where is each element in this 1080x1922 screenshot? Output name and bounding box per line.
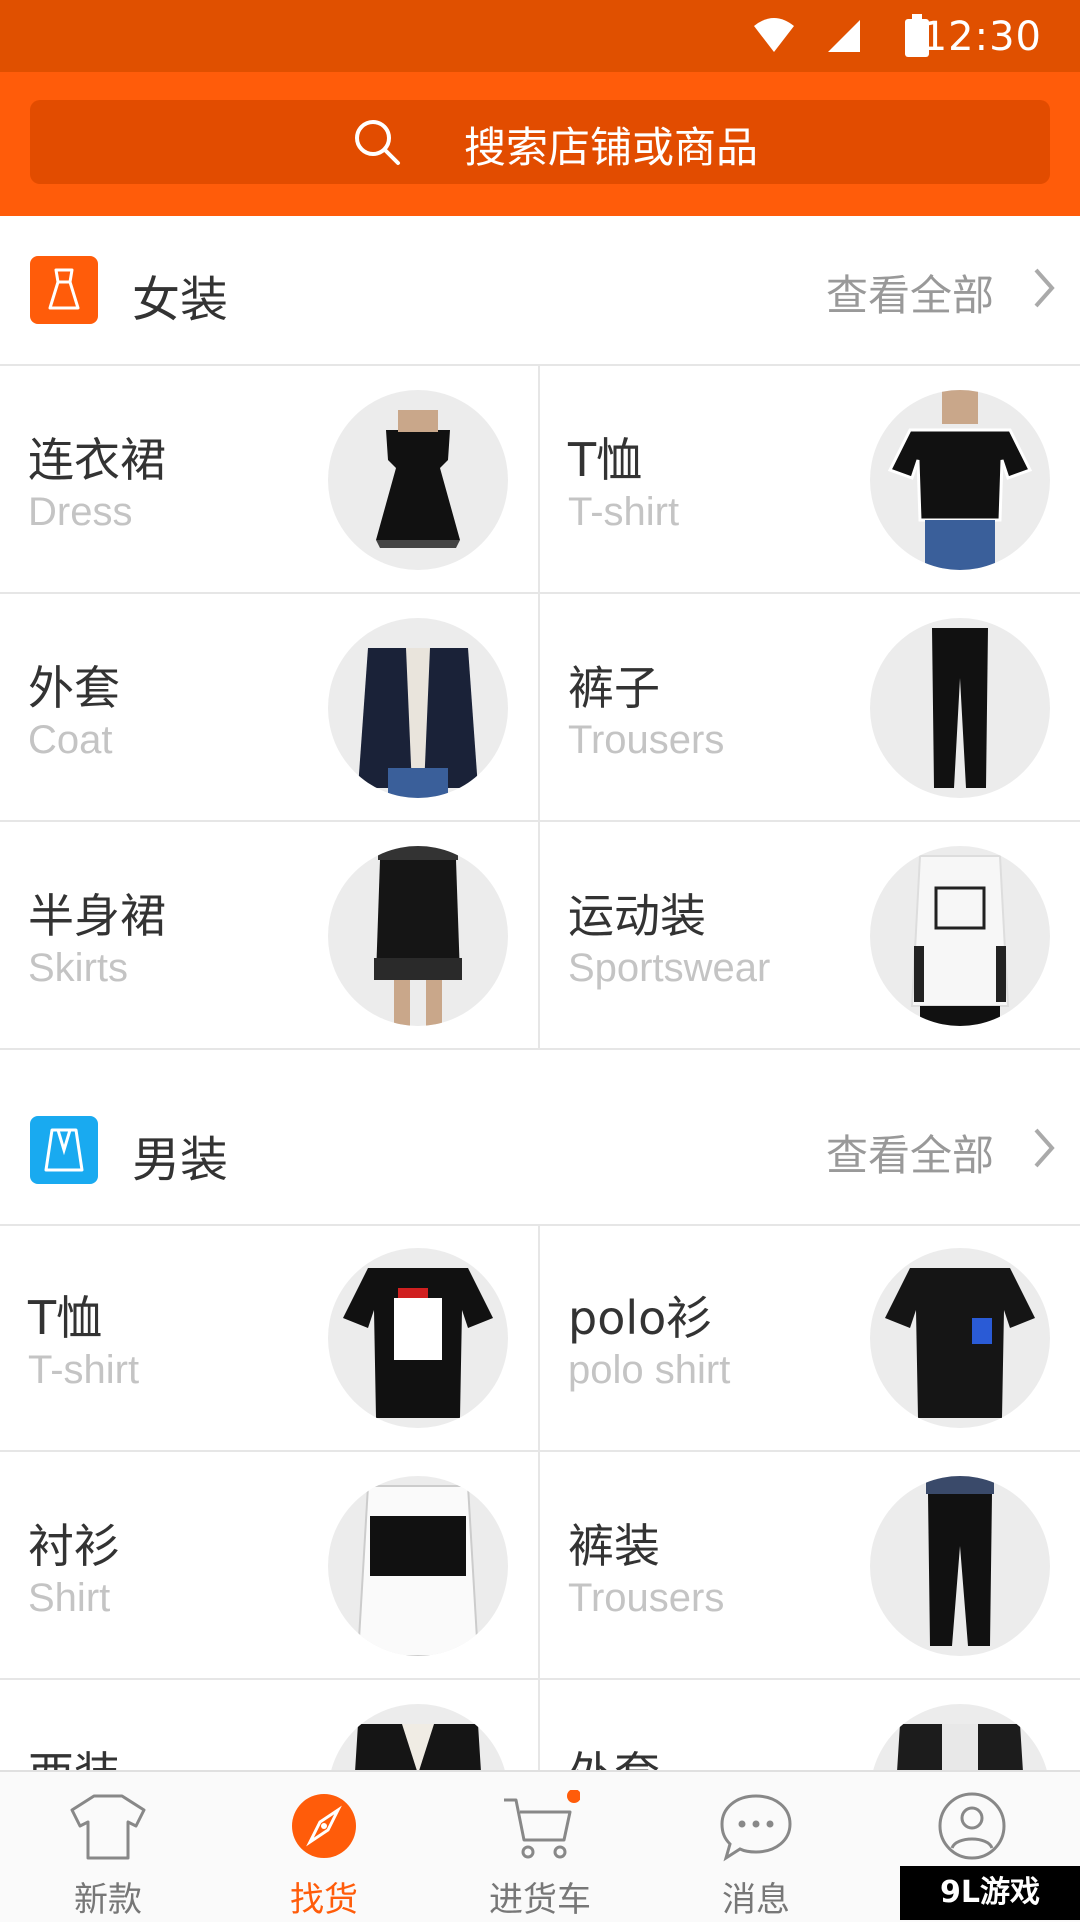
category-sublabel: Sportswear	[568, 946, 771, 990]
compass-icon	[292, 1794, 356, 1858]
category-label: 运动装	[568, 889, 706, 943]
category-thumbnail	[328, 1248, 508, 1428]
category-thumbnail	[870, 1476, 1050, 1656]
category-label: T恤	[28, 1291, 103, 1345]
header: 搜索店铺或商品	[0, 72, 1080, 216]
status-time: 12:30	[921, 14, 1042, 60]
category-item-coat[interactable]: 外套 Coat	[0, 594, 540, 822]
category-sublabel: Trousers	[568, 1576, 725, 1620]
dress-icon	[30, 256, 98, 324]
category-label: 衬衫	[28, 1519, 120, 1573]
chevron-right-icon[interactable]	[1030, 1126, 1058, 1170]
chevron-right-icon[interactable]	[1030, 266, 1058, 310]
tab-find-goods[interactable]: 找货	[216, 1772, 432, 1922]
section-title: 女装	[132, 272, 229, 328]
search-placeholder: 搜索店铺或商品	[464, 123, 759, 172]
category-item-trousers[interactable]: 裤子 Trousers	[540, 594, 1080, 822]
category-item-mens-tshirt[interactable]: T恤 T-shirt	[0, 1224, 540, 1452]
tab-label: 消息	[722, 1880, 790, 1920]
category-sublabel: polo shirt	[568, 1348, 731, 1392]
category-label: 连衣裙	[28, 433, 166, 487]
category-sublabel: Coat	[28, 718, 113, 762]
section-header-women: 女装 查看全部	[0, 216, 1080, 366]
category-item-polo-shirt[interactable]: polo衫 polo shirt	[540, 1224, 1080, 1452]
category-thumbnail	[870, 390, 1050, 570]
profile-icon	[938, 1792, 1006, 1860]
category-thumbnail	[328, 846, 508, 1026]
category-item-sportswear[interactable]: 运动装 Sportswear	[540, 822, 1080, 1050]
tab-label: 进货车	[489, 1880, 591, 1920]
tab-label: 新款	[74, 1880, 142, 1920]
category-thumbnail	[328, 618, 508, 798]
tab-label: 找货	[290, 1880, 358, 1920]
section-header-men: 男装 查看全部	[0, 1076, 1080, 1226]
category-thumbnail	[328, 390, 508, 570]
tshirt-icon	[70, 1794, 146, 1860]
category-label: 裤子	[568, 661, 660, 715]
chat-icon	[720, 1794, 792, 1862]
cart-icon	[504, 1790, 580, 1859]
category-sublabel: T-shirt	[28, 1348, 140, 1392]
category-label: T恤	[568, 433, 643, 487]
section-title: 男装	[132, 1132, 229, 1188]
category-label: polo衫	[568, 1291, 713, 1345]
category-item-shirt[interactable]: 衬衫 Shirt	[0, 1452, 540, 1680]
search-bar[interactable]: 搜索店铺或商品	[30, 100, 1050, 184]
category-sublabel: Skirts	[28, 946, 128, 990]
category-item-mens-trousers[interactable]: 裤装 Trousers	[540, 1452, 1080, 1680]
category-label: 外套	[28, 661, 120, 715]
category-item-skirts[interactable]: 半身裙 Skirts	[0, 822, 540, 1050]
category-label: 半身裙	[28, 889, 166, 943]
category-sublabel: Dress	[28, 490, 133, 534]
view-all-link[interactable]: 查看全部	[826, 1122, 994, 1183]
category-thumbnail	[870, 618, 1050, 798]
tab-new-arrivals[interactable]: 新款	[0, 1772, 216, 1922]
wifi-icon	[754, 18, 794, 52]
category-sublabel: T-shirt	[568, 490, 680, 534]
category-thumbnail	[870, 1248, 1050, 1428]
tab-cart[interactable]: 进货车	[432, 1772, 648, 1922]
category-label: 裤装	[568, 1519, 660, 1573]
category-sublabel: Trousers	[568, 718, 725, 762]
view-all-link[interactable]: 查看全部	[826, 262, 994, 323]
tab-messages[interactable]: 消息	[648, 1772, 864, 1922]
category-item-tshirt[interactable]: T恤 T-shirt	[540, 366, 1080, 594]
category-thumbnail	[870, 846, 1050, 1026]
status-bar: 12:30	[0, 0, 1080, 72]
category-item-dress[interactable]: 连衣裙 Dress	[0, 366, 540, 594]
search-icon	[355, 120, 400, 165]
category-thumbnail	[328, 1476, 508, 1656]
suit-icon	[30, 1116, 98, 1184]
watermark: 9L游戏	[900, 1866, 1080, 1920]
category-sublabel: Shirt	[28, 1576, 111, 1620]
signal-icon	[828, 20, 860, 52]
